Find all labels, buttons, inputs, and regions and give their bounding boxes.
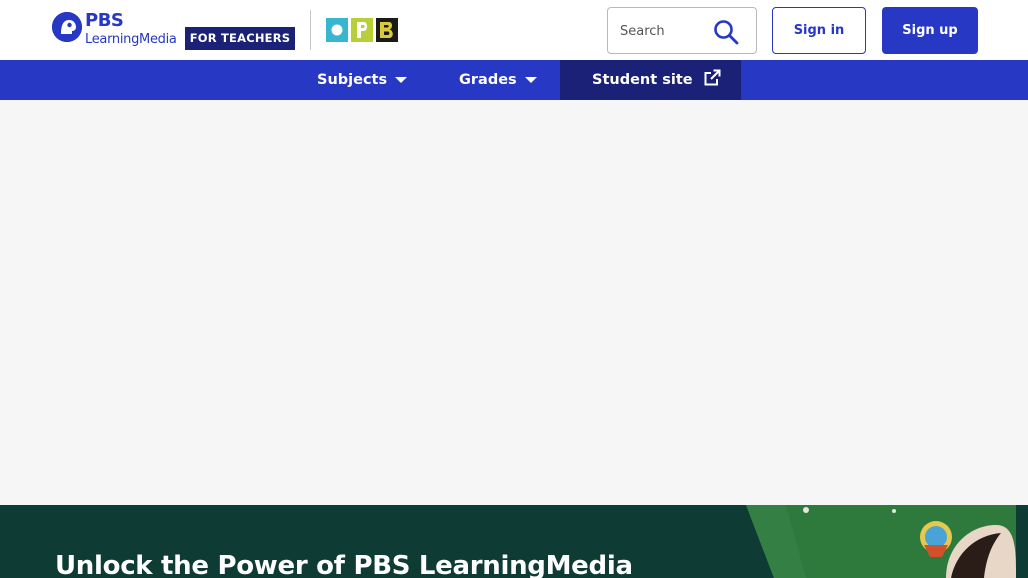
logo-pbs-text: PBS — [85, 10, 124, 31]
opb-logo-mark — [326, 18, 398, 42]
external-link-icon — [704, 69, 721, 86]
pbs-learningmedia-logo[interactable]: PBS LearningMedia — [52, 10, 177, 52]
promo-banner: Unlock the Power of PBS LearningMedia — [0, 505, 1028, 578]
opb-logo[interactable] — [326, 18, 398, 42]
nav-item-label: Grades — [459, 72, 517, 88]
caret-down-icon — [395, 77, 408, 83]
sign-up-button[interactable]: Sign up — [882, 7, 978, 54]
nav-item-grades[interactable]: Grades — [459, 60, 537, 100]
search-icon[interactable] — [712, 18, 740, 46]
site-header: PBS LearningMedia FOR TEACHERS Sign in S… — [0, 0, 1028, 60]
caret-down-icon — [524, 77, 537, 83]
promo-title: Unlock the Power of PBS LearningMedia — [55, 551, 633, 578]
nav-item-subjects[interactable]: Subjects — [317, 60, 408, 100]
search-input[interactable] — [620, 20, 710, 42]
nav-item-label: Student site — [592, 72, 693, 88]
for-teachers-badge: FOR TEACHERS — [185, 27, 295, 50]
nav-item-student-site[interactable]: Student site — [560, 60, 741, 100]
nav-item-label: Subjects — [317, 72, 388, 88]
logo-learningmedia-text: LearningMedia — [85, 32, 177, 47]
header-divider — [310, 10, 311, 50]
search-box — [607, 7, 757, 54]
main-nav: Subjects Grades Student site — [0, 60, 1028, 100]
sign-in-button[interactable]: Sign in — [772, 7, 866, 54]
promo-photo — [746, 505, 1028, 578]
pbs-head-icon — [52, 12, 82, 42]
content-placeholder — [0, 100, 1028, 505]
